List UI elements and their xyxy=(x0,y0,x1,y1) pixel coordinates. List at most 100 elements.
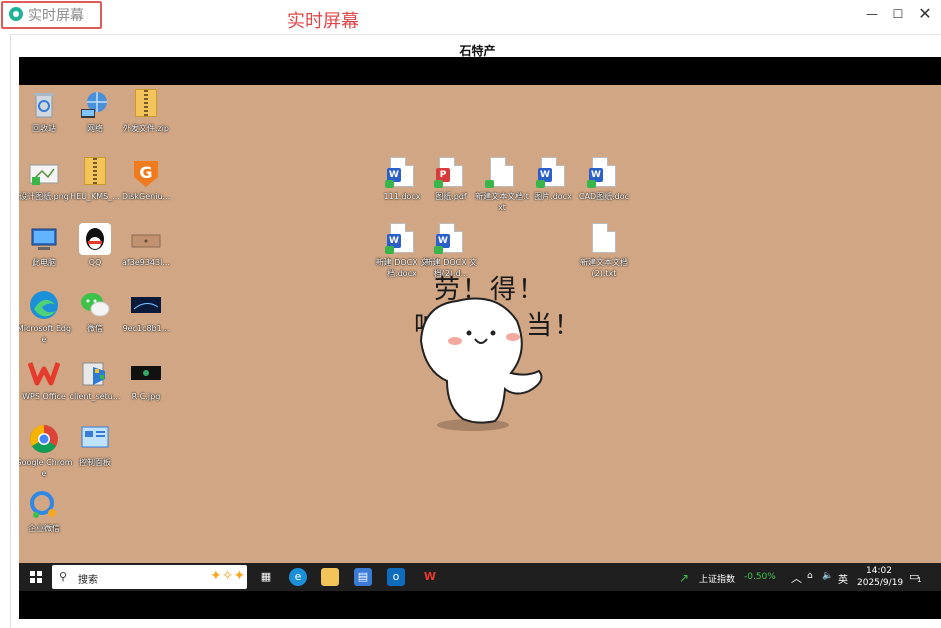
desktop-icon-control-panel[interactable]: 控制面板 xyxy=(66,423,124,468)
desktop-file-new-txt-2[interactable]: 新建文本文档 (2).txt xyxy=(575,223,633,279)
search-placeholder: 搜索 xyxy=(78,575,98,586)
desktop-file-cad-doc[interactable]: W CAD图纸.doc xyxy=(575,157,633,202)
desktop-file-new-txt[interactable]: 新建文本文档.txt xyxy=(473,157,531,213)
maximize-button[interactable]: ☐ xyxy=(886,5,910,23)
desktop-icon-edge[interactable]: Microsoft Edge xyxy=(19,289,73,345)
task-view-icon[interactable]: ▦ xyxy=(257,568,275,586)
image-file-icon xyxy=(130,223,162,255)
desktop-icon-network[interactable]: 网络 xyxy=(66,89,124,134)
diskgenius-icon: G xyxy=(130,157,162,189)
input-method-indicator[interactable]: 英 xyxy=(838,571,848,586)
word-document-icon: W xyxy=(587,157,620,189)
network-icon xyxy=(79,89,111,121)
zip-folder-icon xyxy=(79,157,111,189)
icon-label: 企业微信 xyxy=(28,524,60,533)
notification-count: 1 xyxy=(917,576,922,584)
chevron-up-icon[interactable]: ︿ xyxy=(791,570,802,586)
desktop-icon-zip-outbound[interactable]: 外发文件.zip xyxy=(117,89,175,134)
remote-desktop[interactable]: 回收站 网络 外发文件.zip 设计图纸.png HEU_KMS_... G D… xyxy=(19,85,941,563)
desktop-icon-wecom[interactable]: 企业微信 xyxy=(19,489,73,534)
wechat-icon xyxy=(79,289,111,321)
outlook-icon[interactable]: o xyxy=(387,568,405,586)
recycle-bin-icon xyxy=(28,89,60,121)
wecom-icon xyxy=(28,489,60,521)
desktop-icon-design-png[interactable]: 设计图纸.png xyxy=(19,157,73,202)
window-titlebar: 实时屏幕 实时屏幕 — ☐ ✕ xyxy=(0,0,941,32)
stock-index-name: 上证指数 xyxy=(699,575,736,585)
icon-label: 控制面板 xyxy=(79,458,111,467)
icon-label: 回收站 xyxy=(32,124,56,133)
image-file-icon xyxy=(130,357,162,389)
desktop-icon-diskgenius[interactable]: G DiskGeniu... xyxy=(117,157,175,202)
computer-icon xyxy=(28,223,60,255)
remote-bottom-letterbox xyxy=(19,591,941,619)
icon-label: CAD图纸.doc xyxy=(578,192,630,201)
window-title: 实时屏幕 xyxy=(28,8,84,24)
wps-icon xyxy=(27,357,61,389)
clock-date[interactable]: 2025/9/19 xyxy=(857,578,903,588)
icon-label: Google Chrome xyxy=(19,458,73,478)
file-explorer-icon[interactable] xyxy=(321,568,339,586)
text-document-icon xyxy=(588,223,620,255)
windows-start-icon[interactable] xyxy=(30,571,42,583)
icon-label: 网络 xyxy=(87,124,103,133)
text-document-icon xyxy=(485,157,518,189)
desktop-icon-rc-jpg[interactable]: R-C.jpg xyxy=(117,357,175,402)
icon-label: 图片.docx xyxy=(534,192,572,201)
desktop-icon-wechat[interactable]: 微信 xyxy=(66,289,124,334)
desktop-icon-9ec1-image[interactable]: 9ec1c8b1... xyxy=(117,289,175,334)
icon-label: 此电脑 xyxy=(32,258,56,267)
edge-icon xyxy=(28,289,60,321)
icon-label: QQ xyxy=(88,258,102,267)
store-icon[interactable]: ▤ xyxy=(354,568,372,586)
icon-label: 新建文本文档 (2).txt xyxy=(580,258,628,278)
remote-taskbar: ⚲ 搜索 ✦✧✦ ▦ e ▤ o W ↗ 上证指数 -0.50% ︿ ⌂ 🔈 英… xyxy=(19,563,941,591)
taskbar-search-box[interactable]: ⚲ 搜索 ✦✧✦ xyxy=(52,565,247,589)
image-file-icon xyxy=(28,157,60,189)
icon-label: DiskGeniu... xyxy=(121,192,171,201)
wps-taskbar-icon[interactable]: W xyxy=(421,568,439,586)
icon-label: 新建文本文档.txt xyxy=(475,192,529,212)
icon-label: 外发文件.zip xyxy=(122,124,170,133)
clock-time[interactable]: 14:02 xyxy=(866,566,892,576)
remote-screen[interactable]: 回收站 网络 外发文件.zip 设计图纸.png HEU_KMS_... G D… xyxy=(19,57,941,619)
desktop-icon-client-setup[interactable]: client_setu... xyxy=(66,357,124,402)
stock-index-change: -0.50% xyxy=(744,572,776,582)
desktop-file-drawing-pdf[interactable]: P 图纸.pdf xyxy=(422,157,480,202)
desktop-icon-af3e-image[interactable]: af3e9343l... xyxy=(117,223,175,268)
network-tray-icon[interactable]: ⌂ xyxy=(807,571,813,581)
icon-label: client_setu... xyxy=(69,392,121,401)
word-document-icon: W xyxy=(434,223,467,255)
desktop-icon-wps[interactable]: WPS Office xyxy=(19,357,73,402)
word-document-icon: W xyxy=(385,223,418,255)
icon-label: af3e9343l... xyxy=(122,258,170,267)
stock-trend-icon: ↗ xyxy=(679,571,690,585)
minimize-button[interactable]: — xyxy=(860,5,884,23)
desktop-icon-qq[interactable]: QQ xyxy=(66,223,124,268)
edge-taskbar-icon[interactable]: e xyxy=(289,568,307,586)
search-icon: ⚲ xyxy=(59,570,68,583)
icon-label: WPS Office xyxy=(22,392,66,401)
icon-label: 图纸.pdf xyxy=(435,192,467,201)
close-button[interactable]: ✕ xyxy=(913,5,937,23)
wallpaper-character xyxy=(417,281,567,435)
image-file-icon xyxy=(130,289,162,321)
desktop-file-picture-docx[interactable]: W 图片.docx xyxy=(524,157,582,202)
volume-icon[interactable]: 🔈 xyxy=(822,571,833,581)
zip-folder-icon xyxy=(130,89,162,121)
svg-text:G: G xyxy=(139,163,152,182)
sparkle-icon: ✦✧✦ xyxy=(210,568,246,584)
installer-icon xyxy=(79,357,111,389)
control-panel-icon xyxy=(79,423,111,455)
desktop-icon-heu-kms[interactable]: HEU_KMS_... xyxy=(66,157,124,202)
app-logo-icon xyxy=(9,7,23,21)
qq-icon xyxy=(79,223,111,255)
desktop-icon-chrome[interactable]: Google Chrome xyxy=(19,423,73,479)
title-divider xyxy=(10,34,941,35)
word-document-icon: W xyxy=(536,157,569,189)
desktop-icon-recycle-bin[interactable]: 回收站 xyxy=(19,89,73,134)
icon-label: HEU_KMS_... xyxy=(70,192,120,201)
icon-label: 9ec1c8b1... xyxy=(122,324,170,333)
icon-label: R-C.jpg xyxy=(131,392,161,401)
desktop-icon-this-pc[interactable]: 此电脑 xyxy=(19,223,73,268)
